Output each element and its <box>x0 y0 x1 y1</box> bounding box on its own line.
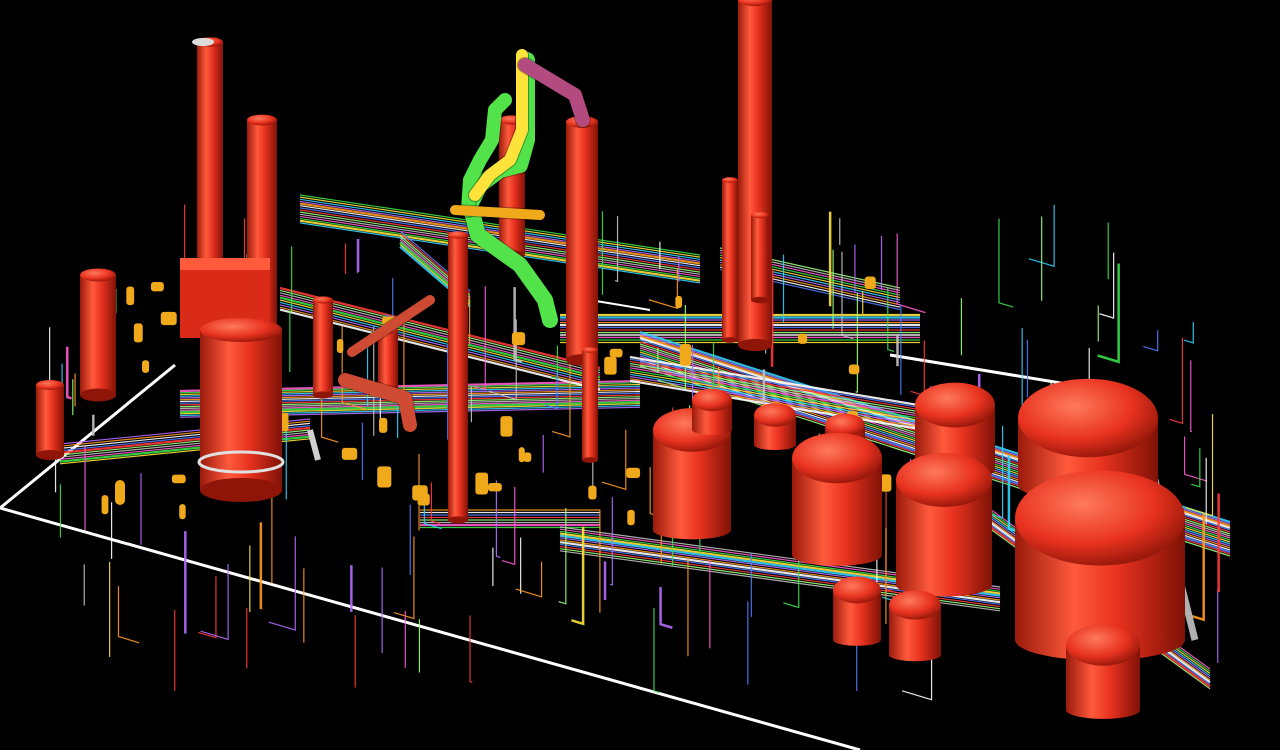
pipe[interactable] <box>998 218 1014 308</box>
pipe[interactable] <box>653 608 660 694</box>
pipe[interactable] <box>1143 330 1159 352</box>
equipment-block[interactable] <box>101 495 109 515</box>
pipe[interactable] <box>495 480 501 558</box>
equipment-block[interactable] <box>604 356 617 375</box>
stack-cap <box>192 38 214 46</box>
plant-3d-viewport[interactable] <box>0 0 1280 750</box>
pipe[interactable] <box>66 346 72 400</box>
column-tall-thin[interactable] <box>448 231 468 524</box>
pipe[interactable] <box>515 561 543 598</box>
storage-tank-7[interactable] <box>896 453 992 597</box>
pipe[interactable] <box>601 429 627 491</box>
pipe[interactable] <box>887 287 895 352</box>
equipment-block[interactable] <box>150 281 164 292</box>
equipment-block[interactable] <box>627 509 635 526</box>
stack-side[interactable] <box>722 177 738 343</box>
pipe[interactable] <box>896 233 926 314</box>
pipe[interactable] <box>1183 436 1208 482</box>
pipe[interactable] <box>393 536 415 620</box>
equipment-block[interactable] <box>511 332 526 346</box>
pipe[interactable] <box>1190 360 1193 433</box>
equipment-block[interactable] <box>500 416 513 437</box>
stack-left[interactable] <box>197 37 223 280</box>
drum-far-left[interactable] <box>36 379 64 461</box>
pipe-rack[interactable] <box>420 509 600 529</box>
equipment-block[interactable] <box>609 348 623 358</box>
equipment-block[interactable] <box>848 364 860 375</box>
pipe[interactable] <box>1169 337 1183 425</box>
storage-tank-2[interactable] <box>692 388 732 435</box>
equipment-block[interactable] <box>523 452 532 463</box>
equipment-block[interactable] <box>487 482 502 492</box>
stack-side-b[interactable] <box>751 211 769 304</box>
plant-3d-model[interactable] <box>0 0 1280 750</box>
pipe[interactable] <box>268 536 296 631</box>
equipment-block[interactable] <box>679 344 692 366</box>
pipe[interactable] <box>198 576 217 639</box>
pipe[interactable] <box>1183 322 1194 344</box>
equipment-block[interactable] <box>336 338 344 354</box>
storage-drum-2[interactable] <box>889 590 941 662</box>
equipment-block[interactable] <box>133 323 143 343</box>
pipe[interactable] <box>910 340 925 397</box>
equipment-block[interactable] <box>377 466 392 488</box>
equipment-block[interactable] <box>160 311 177 326</box>
pipe[interactable] <box>659 586 673 629</box>
equipment-block[interactable] <box>341 447 358 460</box>
column-center[interactable] <box>566 116 598 366</box>
column-short[interactable] <box>582 347 598 463</box>
pipe[interactable] <box>469 615 473 683</box>
storage-drum-1[interactable] <box>833 576 881 646</box>
equipment-block[interactable] <box>142 360 150 373</box>
pipe[interactable] <box>1191 448 1201 488</box>
equipment-block[interactable] <box>675 295 683 309</box>
pipe[interactable] <box>384 278 394 319</box>
support-pipe <box>307 429 321 461</box>
equipment-block[interactable] <box>179 504 186 520</box>
storage-tank-5[interactable] <box>792 432 882 566</box>
equipment-block[interactable] <box>626 467 641 478</box>
equipment-block[interactable] <box>864 276 876 290</box>
equipment-block[interactable] <box>475 472 489 495</box>
reactor-housing[interactable] <box>180 258 285 502</box>
equipment-block[interactable] <box>171 474 186 484</box>
equipment-block[interactable] <box>588 485 597 500</box>
pipe[interactable] <box>1185 414 1214 517</box>
column-small-a[interactable] <box>313 296 333 399</box>
pipe[interactable] <box>200 563 229 641</box>
column-far-left[interactable] <box>80 268 116 402</box>
pipe[interactable] <box>117 586 140 644</box>
storage-drum-3[interactable] <box>1066 624 1140 719</box>
storage-tank-3[interactable] <box>754 403 796 451</box>
equipment-block[interactable] <box>412 485 428 501</box>
process-pipe[interactable] <box>450 205 545 220</box>
equipment-block[interactable] <box>378 417 388 433</box>
equipment-block[interactable] <box>126 286 135 306</box>
equipment-block[interactable] <box>798 333 808 344</box>
pipe[interactable] <box>1099 252 1115 319</box>
pipe[interactable] <box>321 391 339 443</box>
